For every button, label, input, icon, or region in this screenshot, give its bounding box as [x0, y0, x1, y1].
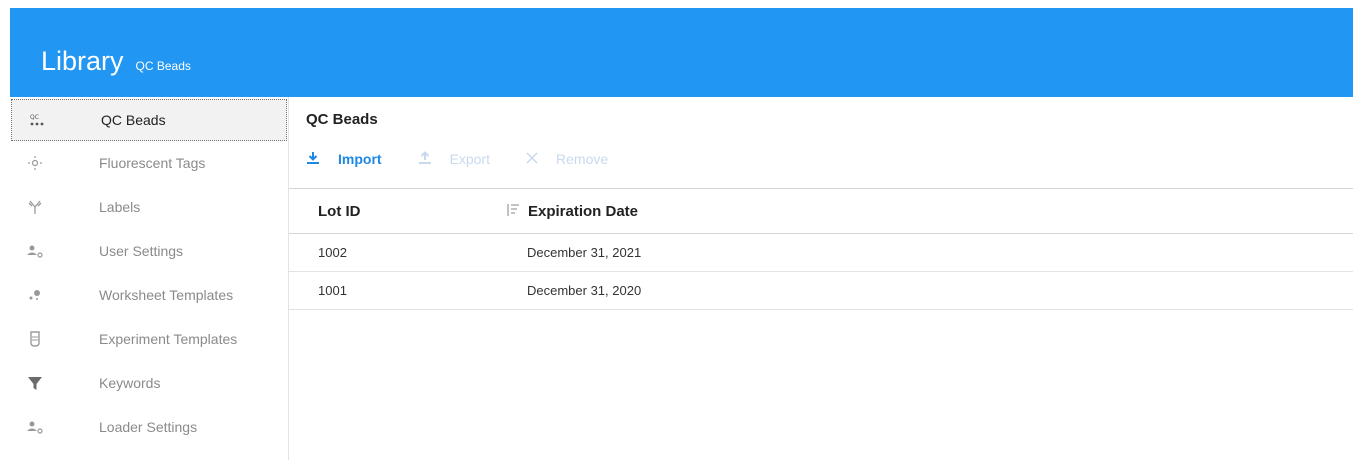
sidebar-item-label: Loader Settings — [99, 419, 198, 435]
cell-lot-id: 1001 — [318, 283, 347, 298]
upload-icon — [418, 150, 432, 168]
user-settings-icon — [24, 240, 46, 262]
cell-lot-id: 1002 — [318, 245, 347, 260]
cell-expiration-date: December 31, 2020 — [527, 283, 642, 298]
sidebar-item-label: Keywords — [99, 375, 161, 391]
qc-beads-icon: QC — [26, 109, 48, 131]
main-panel: QC Beads Import Export Remove Lot ID Exp… — [289, 97, 1353, 460]
sidebar-item-loader-settings[interactable]: Loader Settings — [10, 405, 288, 449]
table-header: Lot ID Expiration Date — [289, 189, 1353, 234]
cell-expiration-date: December 31, 2021 — [527, 245, 642, 260]
sidebar-item-label: Experiment Templates — [99, 331, 238, 347]
sidebar-item-label: Worksheet Templates — [99, 287, 234, 303]
section-title: QC Beads — [306, 111, 378, 128]
sidebar-item-label: User Settings — [99, 243, 184, 259]
column-header-label: Expiration Date — [528, 202, 639, 220]
column-header-lot-id[interactable]: Lot ID — [289, 203, 498, 220]
loader-settings-icon — [24, 416, 46, 438]
sidebar-item-experiment-templates[interactable]: Experiment Templates — [10, 317, 288, 361]
export-button[interactable]: Export — [418, 150, 491, 168]
app-header: Library QC Beads — [10, 8, 1353, 97]
remove-button[interactable]: Remove — [526, 151, 608, 167]
sidebar-item-user-settings[interactable]: User Settings — [10, 229, 288, 273]
close-icon — [526, 151, 538, 167]
page-subtitle: QC Beads — [135, 59, 191, 73]
sidebar-item-label: QC Beads — [101, 112, 166, 128]
import-button[interactable]: Import — [306, 151, 382, 168]
column-header-expiration-date[interactable]: Expiration Date — [498, 203, 1353, 220]
test-tube-icon — [24, 328, 46, 350]
toolbar: Import Export Remove — [306, 149, 644, 169]
sort-icon — [506, 203, 520, 220]
download-icon — [306, 151, 320, 168]
svg-text:QC: QC — [30, 114, 39, 121]
sidebar-item-keywords[interactable]: Keywords — [10, 361, 288, 405]
fluorescent-icon — [24, 152, 46, 174]
filter-icon — [24, 372, 46, 394]
worksheet-icon — [24, 284, 46, 306]
import-label: Import — [338, 151, 382, 167]
sidebar-item-fluorescent-tags[interactable]: Fluorescent Tags — [10, 141, 288, 185]
sidebar-item-label: Fluorescent Tags — [99, 155, 206, 171]
antibody-icon — [24, 196, 46, 218]
remove-label: Remove — [556, 151, 609, 167]
qc-beads-table: Lot ID Expiration Date 1002 December 31,… — [289, 188, 1353, 310]
sidebar: QC QC Beads Fluorescent Tags Labels User… — [10, 97, 289, 460]
page-title: Library — [41, 46, 124, 76]
table-row[interactable]: 1001 December 31, 2020 — [289, 272, 1353, 310]
sidebar-item-worksheet-templates[interactable]: Worksheet Templates — [10, 273, 288, 317]
export-label: Export — [449, 151, 491, 167]
sidebar-item-label: Labels — [99, 199, 141, 215]
table-row[interactable]: 1002 December 31, 2021 — [289, 234, 1353, 272]
sidebar-item-labels[interactable]: Labels — [10, 185, 288, 229]
sidebar-item-qc-beads[interactable]: QC QC Beads — [11, 99, 287, 141]
